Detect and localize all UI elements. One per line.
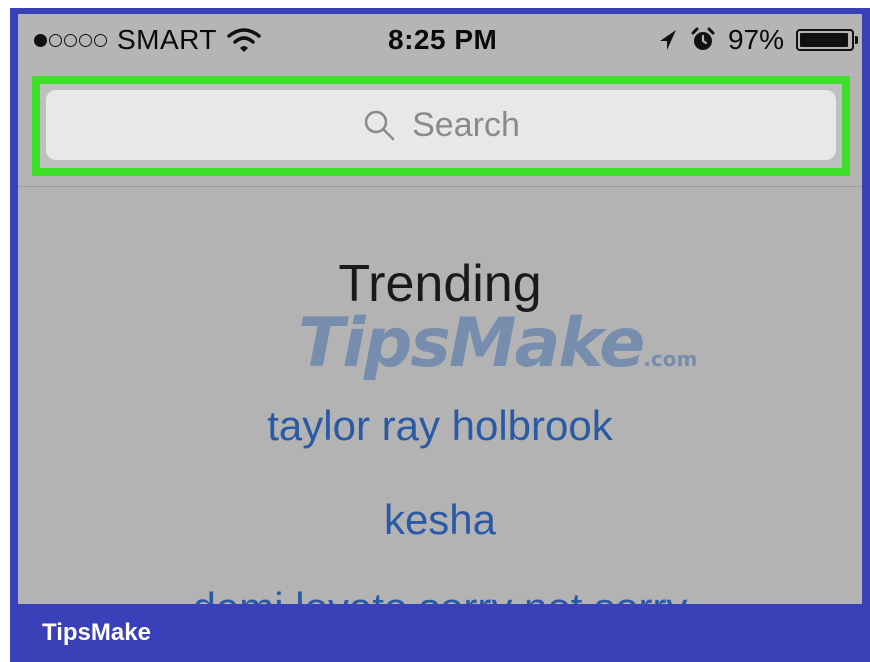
signal-dot: [49, 33, 62, 47]
trending-item[interactable]: taylor ray holbrook: [18, 402, 862, 450]
trending-item[interactable]: demi lovato sorry not sorry: [18, 584, 862, 604]
battery-icon: [796, 29, 858, 51]
watermark-logo: TipsMake.com: [298, 304, 697, 383]
carrier-name: SMART: [117, 24, 217, 55]
clock: 8:25 PM: [388, 24, 498, 55]
search-divider: [18, 186, 862, 187]
watermark-suffix: .com: [643, 347, 698, 371]
location-arrow-icon: [659, 30, 676, 50]
search-input[interactable]: Search: [46, 90, 836, 160]
signal-dot: [34, 33, 47, 47]
signal-dot: [64, 33, 77, 47]
battery-level: [800, 33, 848, 47]
watermark-text: TipsMake: [298, 304, 645, 383]
footer-brand: TipsMake: [42, 619, 151, 646]
search-icon: [364, 110, 395, 141]
alarm-icon: [691, 27, 715, 50]
signal-dot: [79, 33, 92, 47]
signal-dot: [94, 33, 107, 47]
footer-banner: TipsMake: [10, 604, 870, 662]
status-bar: SMART 8:25 PM 97%: [18, 14, 862, 76]
image-frame: SMART 8:25 PM 97% Search Trending TipsMa…: [10, 8, 870, 662]
search-bar-highlight: Search: [32, 76, 850, 176]
wifi-icon: [227, 28, 261, 52]
search-placeholder: Search: [412, 105, 520, 144]
signal-strength-icon: [34, 33, 107, 47]
battery-percentage: 97%: [727, 24, 784, 55]
phone-screen: SMART 8:25 PM 97% Search Trending TipsMa…: [18, 14, 862, 604]
trending-heading: Trending: [338, 255, 542, 313]
trending-item[interactable]: kesha: [18, 496, 862, 544]
status-bar-left: SMART: [34, 24, 261, 56]
status-bar-right: 97%: [656, 24, 858, 56]
